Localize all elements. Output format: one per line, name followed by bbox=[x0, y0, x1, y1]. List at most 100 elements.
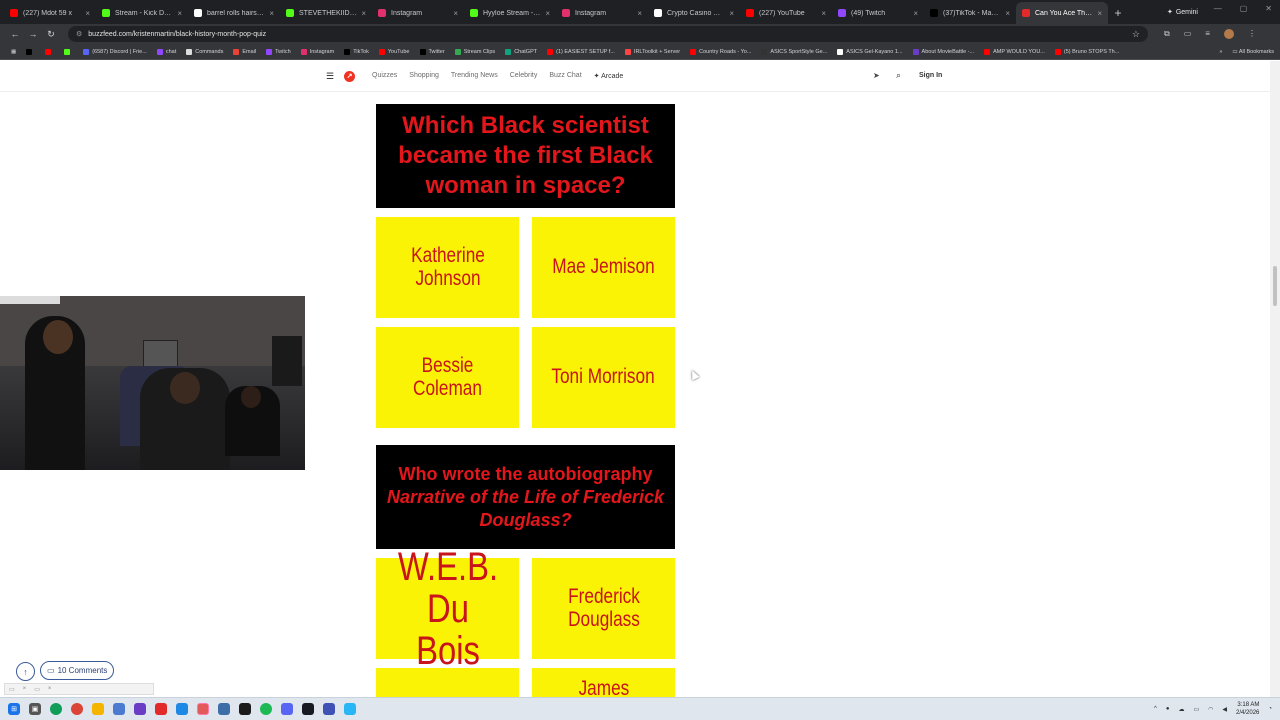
nav-link-quizzes[interactable]: Quizzes bbox=[372, 72, 397, 80]
clock[interactable]: 3:18 AM 2/4/2026 bbox=[1236, 701, 1259, 717]
browser-tab[interactable]: barrel rolls hairstyle × bbox=[188, 2, 280, 24]
volume-icon[interactable]: ◀ bbox=[1222, 706, 1227, 713]
hamburger-menu-icon[interactable]: ☰ bbox=[326, 71, 334, 82]
scroll-to-top-button[interactable]: ↑ bbox=[16, 662, 35, 681]
tab-close-icon[interactable]: × bbox=[729, 9, 734, 18]
bookmark-item[interactable] bbox=[40, 48, 59, 55]
site-info-icon[interactable]: ⚙ bbox=[76, 30, 82, 38]
app-icon[interactable] bbox=[176, 703, 188, 715]
microphone-icon[interactable]: ● bbox=[1166, 706, 1170, 712]
start-menu-icon[interactable]: ⊞ bbox=[8, 703, 20, 715]
bookmark-item[interactable]: IRLToolkit + Server bbox=[620, 48, 685, 55]
app-icon[interactable] bbox=[323, 703, 335, 715]
bookmark-item[interactable]: ASICS SportStyle Ge... bbox=[756, 48, 832, 55]
app-grid-icon[interactable] bbox=[134, 703, 146, 715]
bookmark-item[interactable]: Commands bbox=[181, 48, 228, 55]
discord-icon[interactable] bbox=[281, 703, 293, 715]
browser-tab[interactable]: (49) Twitch × bbox=[832, 2, 924, 24]
all-bookmarks-button[interactable]: ▭ All Bookmarks bbox=[1232, 49, 1274, 55]
comments-button[interactable]: ▭ 10 Comments bbox=[40, 661, 115, 680]
new-tab-button[interactable]: + bbox=[1108, 2, 1128, 24]
bookmark-item[interactable]: YouTube bbox=[374, 48, 415, 55]
bookmark-item[interactable] bbox=[59, 48, 78, 55]
gemini-button[interactable]: ✦ Gemini bbox=[1161, 4, 1204, 20]
answer-option-james[interactable]: James bbox=[532, 668, 675, 697]
nav-link-buzz-chat[interactable]: Buzz Chat bbox=[549, 72, 581, 80]
bookmarks-overflow-icon[interactable]: » bbox=[1219, 49, 1222, 55]
browser-tab[interactable]: STEVETHEKIID Stream × bbox=[280, 2, 372, 24]
forward-icon[interactable]: → bbox=[24, 29, 42, 39]
spotify-icon[interactable] bbox=[260, 703, 272, 715]
tab-close-icon[interactable]: × bbox=[361, 9, 366, 18]
chrome-icon[interactable] bbox=[71, 703, 83, 715]
extensions-icon[interactable]: ⧉ bbox=[1164, 29, 1170, 39]
browser-tab[interactable]: Instagram × bbox=[556, 2, 648, 24]
obs-icon[interactable] bbox=[197, 703, 209, 715]
answer-option-3[interactable] bbox=[376, 668, 519, 697]
bookmark-item[interactable]: (6587) Discord | Frie... bbox=[78, 48, 152, 55]
bookmark-item[interactable]: Stream Clips bbox=[450, 48, 500, 55]
tab-close-icon[interactable]: × bbox=[85, 9, 90, 18]
bookmark-item[interactable]: Country Roads - Yo... bbox=[685, 48, 756, 55]
tab-close-icon[interactable]: × bbox=[1097, 9, 1102, 18]
answer-option-mae-jemison[interactable]: Mae Jemison bbox=[532, 217, 675, 318]
bookmark-item[interactable]: (5) Bruno STOPS Th... bbox=[1050, 48, 1124, 55]
browser-tab[interactable]: Instagram × bbox=[372, 2, 464, 24]
task-view-icon[interactable]: ▣ bbox=[29, 703, 41, 715]
bookmark-item[interactable]: Twitch bbox=[261, 48, 296, 55]
photos-icon[interactable] bbox=[113, 703, 125, 715]
reload-icon[interactable]: ↻ bbox=[42, 29, 60, 40]
bookmark-star-icon[interactable]: ☆ bbox=[1132, 29, 1140, 40]
browser-tab[interactable]: Stream - Kick Dashb × bbox=[96, 2, 188, 24]
edge-browser-icon[interactable] bbox=[50, 703, 62, 715]
bookmark-item[interactable]: ASICS Gel-Kayano 1... bbox=[832, 48, 907, 55]
browser-tab[interactable]: (227) YouTube × bbox=[740, 2, 832, 24]
display-icon[interactable]: ▭ bbox=[1193, 706, 1199, 713]
bookmark-item[interactable]: Twitter bbox=[415, 48, 450, 55]
bookmark-item[interactable]: About MovieBattle -... bbox=[908, 48, 980, 55]
media-icon[interactable]: ≡ bbox=[1205, 29, 1210, 39]
app-icon[interactable] bbox=[155, 703, 167, 715]
mini-window-icon[interactable]: ▭ bbox=[9, 686, 15, 693]
buzzfeed-logo[interactable]: ↗ bbox=[344, 71, 355, 82]
terminal-icon[interactable] bbox=[239, 703, 251, 715]
nav-link-celebrity[interactable]: Celebrity bbox=[510, 72, 538, 80]
steam-icon[interactable] bbox=[302, 703, 314, 715]
tab-close-icon[interactable]: × bbox=[453, 9, 458, 18]
tab-close-icon[interactable]: × bbox=[821, 9, 826, 18]
app-icon[interactable] bbox=[344, 703, 356, 715]
sign-in-link[interactable]: Sign In bbox=[919, 72, 942, 79]
bookmark-item[interactable]: (1) EASIEST SETUP f... bbox=[542, 48, 620, 55]
apps-icon[interactable]: ▦ bbox=[6, 49, 21, 55]
close-window-icon[interactable]: ✕ bbox=[1265, 4, 1272, 13]
mini-close-icon[interactable]: × bbox=[48, 686, 52, 692]
notification-bell-icon[interactable]: ◔ bbox=[1268, 706, 1272, 712]
answer-option-katherine-johnson[interactable]: Katherine Johnson bbox=[376, 217, 519, 318]
profile-avatar[interactable] bbox=[1223, 29, 1234, 39]
menu-icon[interactable]: ⋮ bbox=[1248, 29, 1256, 39]
mini-window-icon[interactable]: ▭ bbox=[34, 686, 40, 693]
file-explorer-icon[interactable] bbox=[92, 703, 104, 715]
tab-close-icon[interactable]: × bbox=[1005, 9, 1010, 18]
cloud-icon[interactable]: ☁ bbox=[1178, 706, 1184, 713]
answer-option-bessie-coleman[interactable]: Bessie Coleman bbox=[376, 327, 519, 428]
app-icon[interactable] bbox=[218, 703, 230, 715]
answer-option-toni-morrison[interactable]: Toni Morrison bbox=[532, 327, 675, 428]
nav-link-arcade[interactable]: ✦ Arcade bbox=[594, 72, 624, 80]
bookmark-item[interactable]: TikTok bbox=[339, 48, 374, 55]
share-icon[interactable]: ➤ bbox=[873, 71, 880, 80]
browser-tab[interactable]: (227) Mdot 59 x × bbox=[4, 2, 96, 24]
browser-tab[interactable]: (37)TikTok - Make Yo × bbox=[924, 2, 1016, 24]
bookmark-item[interactable]: ChatGPT bbox=[500, 48, 542, 55]
tab-close-icon[interactable]: × bbox=[637, 9, 642, 18]
maximize-icon[interactable]: ▢ bbox=[1240, 4, 1248, 13]
nav-link-trending-news[interactable]: Trending News bbox=[451, 72, 498, 80]
browser-tab[interactable]: Hyyloe Stream - Wat × bbox=[464, 2, 556, 24]
address-bar[interactable]: ⚙ buzzfeed.com/kristenmartin/black-histo… bbox=[68, 26, 1148, 42]
page-scrollbar[interactable] bbox=[1270, 61, 1280, 697]
answer-option-web-du-bois[interactable]: W.E.B. Du Bois bbox=[376, 546, 519, 672]
tab-close-icon[interactable]: × bbox=[913, 9, 918, 18]
bookmark-item[interactable]: Email bbox=[228, 48, 261, 55]
search-icon[interactable]: ⌕ bbox=[896, 70, 901, 81]
bookmark-item[interactable]: AMP WOULD YOU... bbox=[979, 48, 1050, 55]
